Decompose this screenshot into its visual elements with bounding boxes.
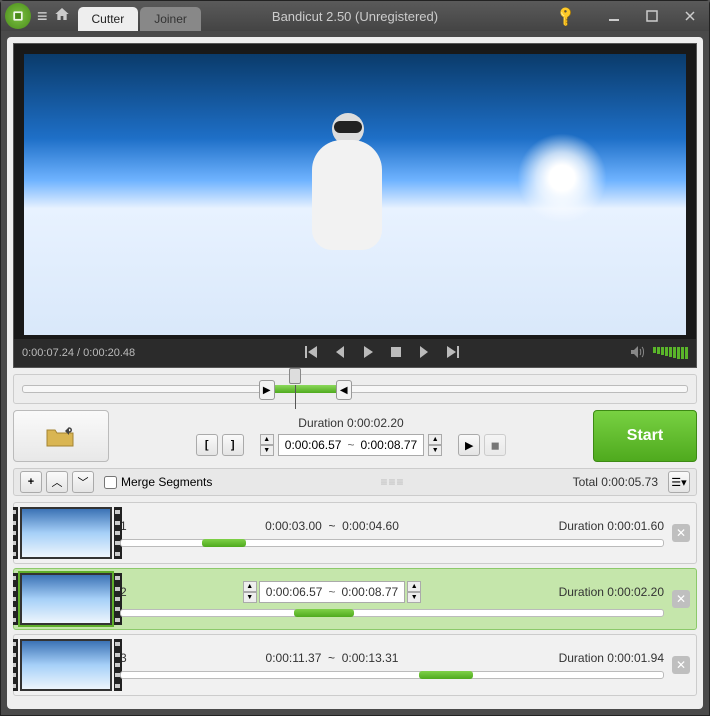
action-row: Duration 0:00:02.20 [ ] ▲▼ 0:00:06.57 ~ …: [13, 410, 697, 462]
preview-sun-decor: [517, 133, 607, 223]
segment-index: 2: [120, 585, 140, 599]
open-file-button[interactable]: [13, 410, 109, 462]
segments-list: 10:00:03.00 ~ 0:00:04.60Duration 0:00:01…: [13, 502, 697, 703]
range-editor: Duration 0:00:02.20 [ ] ▲▼ 0:00:06.57 ~ …: [117, 410, 585, 462]
window-title: Bandicut 2.50 (Unregistered): [272, 9, 438, 24]
start-time-spinner[interactable]: ▲▼: [260, 434, 274, 456]
segment-thumbnail: [20, 573, 112, 625]
move-up-button[interactable]: ︿: [46, 471, 68, 493]
segment-track[interactable]: [120, 539, 664, 547]
next-segment-button[interactable]: [443, 346, 461, 361]
move-down-button[interactable]: ﹀: [72, 471, 94, 493]
segment-duration: Duration 0:00:02.20: [524, 585, 664, 599]
toolbar-grip-icon: ≡≡≡: [216, 475, 568, 489]
app-window: ≡ Cutter Joiner Bandicut 2.50 (Unregiste…: [0, 0, 710, 716]
add-segment-button[interactable]: +: [20, 471, 42, 493]
seg-end-spinner[interactable]: ▲▼: [407, 581, 421, 603]
segment-track[interactable]: [120, 609, 664, 617]
titlebar: ≡ Cutter Joiner Bandicut 2.50 (Unregiste…: [1, 1, 709, 31]
minimize-button[interactable]: [595, 1, 633, 31]
segment-times: 0:00:03.00 ~ 0:00:04.60: [140, 519, 524, 533]
set-start-button[interactable]: [: [196, 434, 218, 456]
preview-figure-decor: [302, 105, 392, 275]
app-logo-icon: [5, 3, 31, 29]
range-start-handle[interactable]: ▶: [259, 380, 275, 400]
seg-time-input[interactable]: 0:00:06.57~0:00:08.77: [259, 581, 405, 603]
segment-row[interactable]: 10:00:03.00 ~ 0:00:04.60Duration 0:00:01…: [13, 502, 697, 564]
segments-toolbar: + ︿ ﹀ Merge Segments ≡≡≡ Total 0:00:05.7…: [13, 468, 697, 496]
segment-thumbnail: [20, 507, 112, 559]
playhead-handle[interactable]: [289, 368, 301, 384]
timeline-track[interactable]: ▶ ◀: [22, 385, 688, 393]
segment-thumbnail: [20, 639, 112, 691]
segment-times-editor: ▲▼0:00:06.57~0:00:08.77▲▼: [140, 581, 524, 603]
segment-index: 1: [120, 519, 140, 533]
set-end-button[interactable]: ]: [222, 434, 244, 456]
total-duration: Total 0:00:05.73: [573, 475, 658, 489]
playback-time: 0:00:07.24 / 0:00:20.48: [22, 347, 135, 359]
snapshot-button[interactable]: ◼: [484, 434, 506, 456]
remove-segment-button[interactable]: ✕: [672, 524, 690, 542]
segment-times: 0:00:11.37 ~ 0:00:13.31: [140, 651, 524, 665]
remove-segment-button[interactable]: ✕: [672, 656, 690, 674]
end-time-spinner[interactable]: ▲▼: [428, 434, 442, 456]
segment-row[interactable]: 30:00:11.37 ~ 0:00:13.31Duration 0:00:01…: [13, 634, 697, 696]
video-panel: 0:00:07.24 / 0:00:20.48: [13, 43, 697, 368]
volume-icon[interactable]: [629, 346, 647, 361]
range-end-value: 0:00:08.77: [361, 438, 418, 452]
duration-label: Duration 0:00:02.20: [298, 416, 403, 430]
timeline-selection: [269, 385, 342, 393]
range-time-input[interactable]: 0:00:06.57 ~ 0:00:08.77: [278, 434, 424, 456]
volume-level[interactable]: [653, 347, 688, 359]
list-options-button[interactable]: ☰▾: [668, 471, 690, 493]
timeline-scrub: ▶ ◀: [13, 374, 697, 404]
seg-start-spinner[interactable]: ▲▼: [243, 581, 257, 603]
segment-row[interactable]: 2▲▼0:00:06.57~0:00:08.77▲▼Duration 0:00:…: [13, 568, 697, 630]
remove-segment-button[interactable]: ✕: [672, 590, 690, 608]
segment-duration: Duration 0:00:01.94: [524, 651, 664, 665]
range-start-value: 0:00:06.57: [285, 438, 342, 452]
window-controls: 🔑: [547, 1, 709, 31]
step-forward-button[interactable]: [415, 346, 433, 361]
start-button[interactable]: Start: [593, 410, 697, 462]
close-button[interactable]: [671, 1, 709, 31]
merge-segments-label: Merge Segments: [121, 475, 212, 489]
range-end-handle[interactable]: ◀: [336, 380, 352, 400]
register-key-icon[interactable]: 🔑: [542, 0, 590, 40]
video-preview[interactable]: [24, 54, 686, 335]
segment-index: 3: [120, 651, 140, 665]
prev-segment-button[interactable]: [303, 346, 321, 361]
merge-segments-checkbox[interactable]: Merge Segments: [104, 475, 212, 489]
player-controls: 0:00:07.24 / 0:00:20.48: [14, 339, 696, 367]
tab-cutter[interactable]: Cutter: [78, 7, 139, 31]
home-icon[interactable]: [54, 6, 70, 27]
mode-tabs: Cutter Joiner: [78, 1, 203, 31]
menu-icon[interactable]: ≡: [37, 6, 48, 27]
content-area: 0:00:07.24 / 0:00:20.48: [7, 37, 703, 709]
play-button[interactable]: [359, 346, 377, 361]
maximize-button[interactable]: [633, 1, 671, 31]
segment-duration: Duration 0:00:01.60: [524, 519, 664, 533]
tab-joiner[interactable]: Joiner: [140, 7, 201, 31]
stop-button[interactable]: [387, 346, 405, 361]
segment-track[interactable]: [120, 671, 664, 679]
step-back-button[interactable]: [331, 346, 349, 361]
preview-button[interactable]: ▶: [458, 434, 480, 456]
